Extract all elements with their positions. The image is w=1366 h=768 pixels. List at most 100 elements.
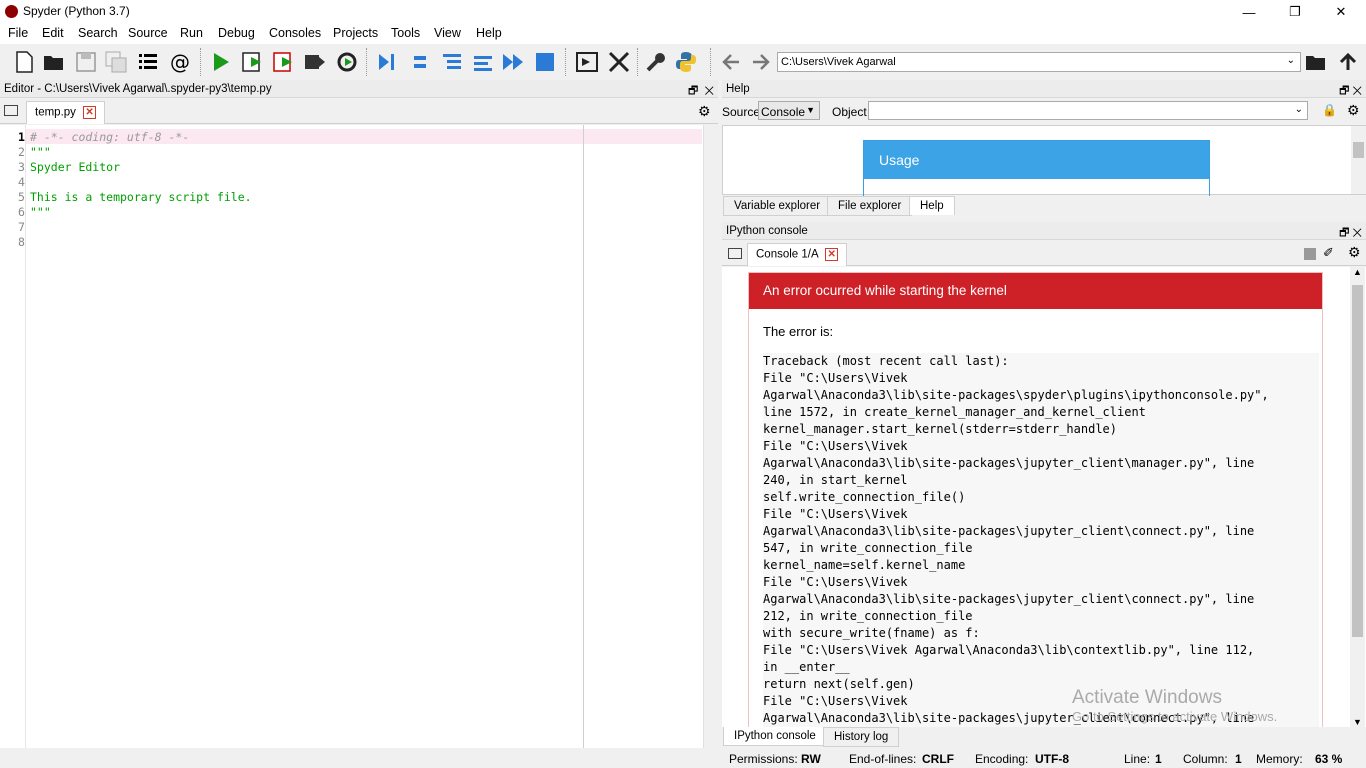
undock-icon[interactable]: 🗗	[1339, 85, 1349, 97]
line-number: 7	[18, 220, 25, 234]
memory-label: Memory:	[1256, 752, 1303, 766]
permissions-label: Permissions:	[729, 752, 798, 766]
code-editor[interactable]: 1 # -*- coding: utf-8 -*- 2 """ 3 Spyder Ed…	[0, 125, 718, 748]
python-path-icon[interactable]	[674, 50, 698, 74]
console-tabbar: Console 1/A ✕ ✐ ⚙	[722, 240, 1366, 266]
up-arrow-icon[interactable]	[1336, 50, 1360, 74]
run-cell-icon[interactable]	[241, 50, 265, 74]
watermark-line1: Activate Windows	[1072, 687, 1222, 708]
line-number: 3	[18, 160, 25, 174]
menu-file[interactable]: File	[8, 26, 28, 40]
traceback-line: line 1572, in create_kernel_manager_and_…	[763, 405, 1146, 419]
traceback-line: Agarwal\Anaconda3\lib\site-packages\jupy…	[763, 592, 1255, 606]
list-icon[interactable]	[136, 50, 160, 74]
fullscreen-icon[interactable]	[607, 50, 631, 74]
line-text: Spyder Editor	[30, 160, 121, 174]
watermark-line2: Go to Settings to activate Windows.	[1072, 709, 1278, 724]
tab-variable-explorer[interactable]: Variable explorer	[723, 196, 832, 216]
close-pane-icon[interactable]: ✕	[1352, 227, 1362, 239]
preferences-icon[interactable]	[644, 50, 668, 74]
step-return-icon[interactable]	[471, 50, 495, 74]
spyder-logo-icon	[5, 5, 18, 18]
at-icon[interactable]: @	[168, 50, 192, 74]
usage-box: Usage	[863, 140, 1210, 196]
lock-icon[interactable]: 🔒	[1322, 103, 1337, 117]
maximize-button[interactable]: ❐	[1272, 0, 1318, 24]
stop-debug-icon[interactable]	[533, 50, 557, 74]
error-box: An error ocurred while starting the kern…	[748, 272, 1323, 727]
maximize-pane-icon[interactable]	[575, 50, 599, 74]
menu-debug[interactable]: Debug	[218, 26, 255, 40]
minimize-button[interactable]: —	[1226, 0, 1272, 24]
rerun-icon[interactable]	[335, 50, 359, 74]
menu-run[interactable]: Run	[180, 26, 203, 40]
title-bar: Spyder (Python 3.7) — ❐ ✕	[0, 0, 1366, 24]
traceback-line: with secure_write(fname) as f:	[763, 626, 980, 640]
help-scrollbar[interactable]	[1351, 126, 1366, 194]
console-output[interactable]: An error ocurred while starting the kern…	[722, 267, 1366, 727]
browse-tabs-icon[interactable]	[728, 248, 742, 259]
run-selection-icon[interactable]	[303, 50, 327, 74]
gear-icon[interactable]: ⚙	[698, 103, 711, 120]
browse-folder-icon[interactable]	[1304, 50, 1328, 74]
forward-arrow-icon[interactable]	[749, 50, 773, 74]
main-toolbar: @ C:\Users\Vivek Agarwal ⌄	[0, 44, 1366, 80]
browse-tabs-icon[interactable]	[4, 105, 18, 116]
undock-icon[interactable]: 🗗	[688, 85, 698, 97]
close-window-button[interactable]: ✕	[1318, 0, 1364, 24]
source-select[interactable]: Console ▼	[758, 101, 820, 120]
open-file-icon[interactable]	[42, 50, 66, 74]
close-pane-icon[interactable]: ✕	[704, 85, 714, 97]
eol-value: CRLF	[922, 752, 954, 766]
line-text: This is a temporary script file.	[30, 190, 252, 204]
continue-icon[interactable]	[501, 50, 525, 74]
help-bottom-tabs: Variable explorer File explorer Help	[722, 196, 1366, 220]
run-cell-advance-icon[interactable]	[272, 50, 296, 74]
menu-edit[interactable]: Edit	[42, 26, 64, 40]
help-controls: Source Console ▼ Object ⌄ 🔒 ⚙	[722, 98, 1366, 124]
debug-icon[interactable]	[375, 50, 399, 74]
menu-consoles[interactable]: Consoles	[269, 26, 321, 40]
clear-console-icon[interactable]: ✐	[1323, 245, 1334, 261]
stop-kernel-icon[interactable]	[1304, 248, 1316, 260]
help-header: Help 🗗 ✕	[722, 80, 1366, 98]
console-header-title: IPython console	[726, 225, 808, 237]
traceback-line: kernel_manager.start_kernel(stderr=stder…	[763, 422, 1118, 436]
console-scrollbar[interactable]: ▲ ▼	[1350, 267, 1365, 727]
working-directory-combobox[interactable]: C:\Users\Vivek Agarwal ⌄	[777, 52, 1301, 72]
object-label: Object	[832, 105, 867, 119]
traceback-line: Agarwal\Anaconda3\lib\site-packages\jupy…	[763, 456, 1255, 470]
menu-projects[interactable]: Projects	[333, 26, 378, 40]
menu-search[interactable]: Search	[78, 26, 118, 40]
tab-console-1a[interactable]: Console 1/A ✕	[747, 243, 848, 266]
close-tab-icon[interactable]: ✕	[825, 248, 839, 261]
menu-help[interactable]: Help	[476, 26, 502, 40]
run-icon[interactable]	[209, 50, 233, 74]
undock-icon[interactable]: 🗗	[1339, 227, 1349, 239]
save-icon[interactable]	[74, 50, 98, 74]
step-into-icon[interactable]	[440, 50, 464, 74]
back-arrow-icon[interactable]	[719, 50, 743, 74]
editor-header: Editor - C:\Users\Vivek Agarwal\.spyder-…	[0, 80, 718, 98]
tab-history-log[interactable]: History log	[823, 727, 900, 747]
menu-view[interactable]: View	[434, 26, 461, 40]
gear-icon[interactable]: ⚙	[1348, 244, 1361, 261]
close-pane-icon[interactable]: ✕	[1352, 85, 1362, 97]
editor-scrollbar[interactable]	[703, 125, 718, 748]
menu-tools[interactable]: Tools	[391, 26, 420, 40]
gear-icon[interactable]: ⚙	[1347, 102, 1360, 119]
step-icon[interactable]	[408, 50, 432, 74]
help-pane: Help 🗗 ✕ Source Console ▼ Object ⌄ 🔒 ⚙ U…	[722, 80, 1366, 220]
object-input[interactable]: ⌄	[868, 101, 1308, 120]
tab-temp-py[interactable]: temp.py ✕	[26, 101, 106, 124]
close-tab-icon[interactable]: ✕	[83, 106, 97, 119]
tab-file-explorer[interactable]: File explorer	[827, 196, 913, 216]
traceback-block: Traceback (most recent call last): File "…	[763, 353, 1319, 727]
new-file-icon[interactable]	[12, 50, 36, 74]
tab-ipython-console[interactable]: IPython console	[723, 727, 827, 746]
save-all-icon[interactable]	[104, 50, 128, 74]
window-title: Spyder (Python 3.7)	[23, 4, 130, 18]
traceback-line: in __enter__	[763, 660, 850, 674]
tab-help[interactable]: Help	[909, 196, 955, 215]
menu-source[interactable]: Source	[128, 26, 168, 40]
